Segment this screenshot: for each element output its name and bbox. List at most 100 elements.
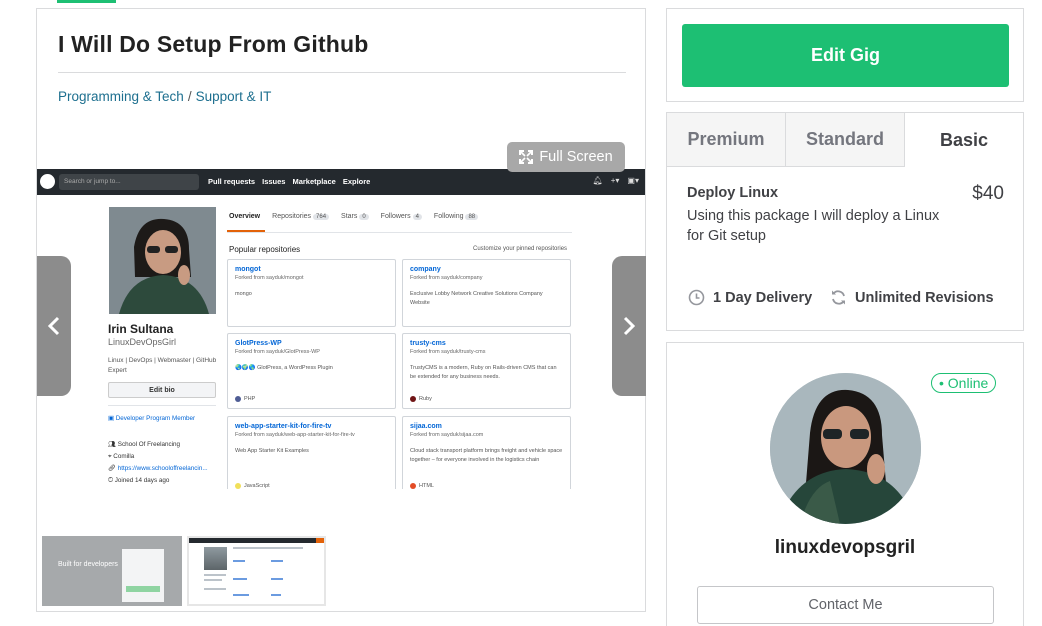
breadcrumb: Programming & Tech / Support & IT [58,89,271,104]
tab-premium[interactable]: Premium [667,113,786,167]
repo-language: PHP [235,396,255,402]
package-price: $40 [972,183,1004,204]
github-tab-label: Repositories [272,213,312,220]
profile-location-text: Comilla [113,453,135,460]
profile-divider [108,405,216,406]
refresh-icon [832,290,845,305]
plus-icon: +▾ [610,176,620,185]
profile-org-text: School Of Freelancing [117,441,181,448]
clock-icon [688,289,705,306]
repo-name: web-app-starter-kit-for-fire-tv [235,423,332,430]
seller-avatar[interactable] [770,373,921,524]
contact-me-button[interactable]: Contact Me [697,586,994,624]
repo-description: TrustyCMS is a modern, Ruby on Rails-dri… [410,365,557,380]
repo-description: 🌏🌍🌎 GlotPress, a WordPress Plugin [235,365,333,371]
thumbnail-link [233,594,249,596]
thumbnail-header-accent [316,538,324,543]
gallery-thumbnail[interactable]: Built for developers [42,536,182,606]
repo-card: trusty-cms Forked from sayduk/trusty-cms… [402,333,571,409]
profile-joined-text: Joined 14 days ago [114,477,170,484]
github-nav-right: 🔔︎ +▾ ▣▾ [593,176,639,185]
package-card: Premium Standard Basic Deploy Linux $40 … [666,112,1024,331]
chevron-left-icon [47,316,60,336]
repo-fork: Forked from sayduk/company [410,275,483,281]
user-menu-icon: ▣▾ [627,176,639,185]
repo-language-label: PHP [244,396,256,402]
github-nav-item: Issues [262,177,286,186]
language-color-dot [235,483,241,489]
repo-fork: Forked from sayduk/mongot [235,275,304,281]
language-color-dot [235,396,241,402]
repo-description: mongo [235,291,252,297]
thumbnail-line [204,588,226,590]
thumbnail-link [233,578,247,580]
gig-overview-card: I Will Do Setup From Github Programming … [36,8,646,612]
edit-gig-button[interactable]: Edit Gig [682,24,1009,87]
github-tab: Repositories 764 [272,213,330,220]
thumbnail-photo [204,547,227,570]
gig-title: I Will Do Setup From Github [58,31,369,57]
github-header: Search or jump to... Pull requests Issue… [37,169,645,195]
repo-name: GlotPress-WP [235,340,282,347]
github-tab: Followers 4 [381,213,422,220]
thumbnail-link [271,594,281,596]
github-tab-count: 88 [465,214,479,220]
language-color-dot [410,483,416,489]
repo-description: Exclusive Lobby Network Creative Solutio… [410,291,543,306]
repo-fork: Forked from sayduk/sijaa.com [410,432,484,438]
thumbnail-link [271,578,283,580]
thumbnail-link [271,560,283,562]
tab-basic[interactable]: Basic [905,113,1023,167]
repo-fork: Forked from sayduk/GlotPress-WP [235,349,320,355]
fullscreen-label: Full Screen [539,149,613,165]
thumbnail-line [204,574,226,576]
github-nav-item: Pull requests [208,177,256,186]
delivery-time: 1 Day Delivery [688,289,812,306]
revisions-label: Unlimited Revisions [855,289,994,306]
gallery-next-button[interactable] [612,256,646,396]
github-tab: Following 88 [434,213,479,220]
repo-card: company Forked from sayduk/company Exclu… [402,259,571,327]
edit-bio-button: Edit bio [108,382,216,398]
thumbnail-button [126,586,160,592]
repo-language-label: Ruby [419,396,432,402]
gallery-prev-button[interactable] [37,256,71,396]
profile-website-link: https://www.schooloffreelancin... [117,465,208,472]
github-tab-count: 764 [313,214,330,220]
package-title: Deploy Linux [687,185,779,201]
tab-standard[interactable]: Standard [786,113,905,167]
repo-card: mongot Forked from sayduk/mongot mongo [227,259,396,327]
developer-member-text: Developer Program Member [115,415,196,422]
repo-card: sijaa.com Forked from sayduk/sijaa.com C… [402,416,571,489]
breadcrumb-category[interactable]: Programming & Tech [58,89,184,104]
repo-name: mongot [235,266,261,273]
gallery-thumbnail-active[interactable] [187,536,326,606]
breadcrumb-subcategory[interactable]: Support & IT [196,89,272,104]
repo-fork: Forked from sayduk/trusty-cms [410,349,486,355]
repo-name: trusty-cms [410,340,446,347]
github-nav: Pull requests Issues Marketplace Explore [208,177,370,186]
thumbnail-caption: Built for developers [58,561,118,568]
repo-language-label: HTML [419,483,434,489]
seller-username[interactable]: linuxdevopsgril [667,537,1023,559]
revisions: Unlimited Revisions [830,289,994,306]
profile-location: ⌖ Comilla [108,453,135,460]
github-tab-divider [227,232,572,233]
thumbnail-line [233,547,303,549]
github-profile-tabs: Overview Repositories 764 Stars 0 Follow… [229,213,479,220]
github-tab-count: 4 [412,214,422,220]
active-nav-indicator [57,0,116,3]
github-nav-item: Marketplace [292,177,336,186]
repo-name: sijaa.com [410,423,442,430]
repo-description: Web App Starter Kit Examples [235,448,309,454]
profile-name: Irin Sultana [108,322,174,336]
fullscreen-button[interactable]: Full Screen [507,142,625,172]
profile-meta: 👥︎ School Of Freelancing ⌖ Comilla 🔗︎ ht… [108,439,208,487]
github-tab-count: 0 [359,214,369,220]
seller-card: • Online linuxdevopsgril Contact Me [666,342,1024,626]
github-logo-icon [40,174,55,189]
gig-page: I Will Do Setup From Github Programming … [0,0,1042,626]
repo-description: Cloud stack transport platform brings fr… [410,448,563,463]
github-tab-label: Followers [380,213,411,220]
profile-org: 👥︎ School Of Freelancing [108,441,181,448]
